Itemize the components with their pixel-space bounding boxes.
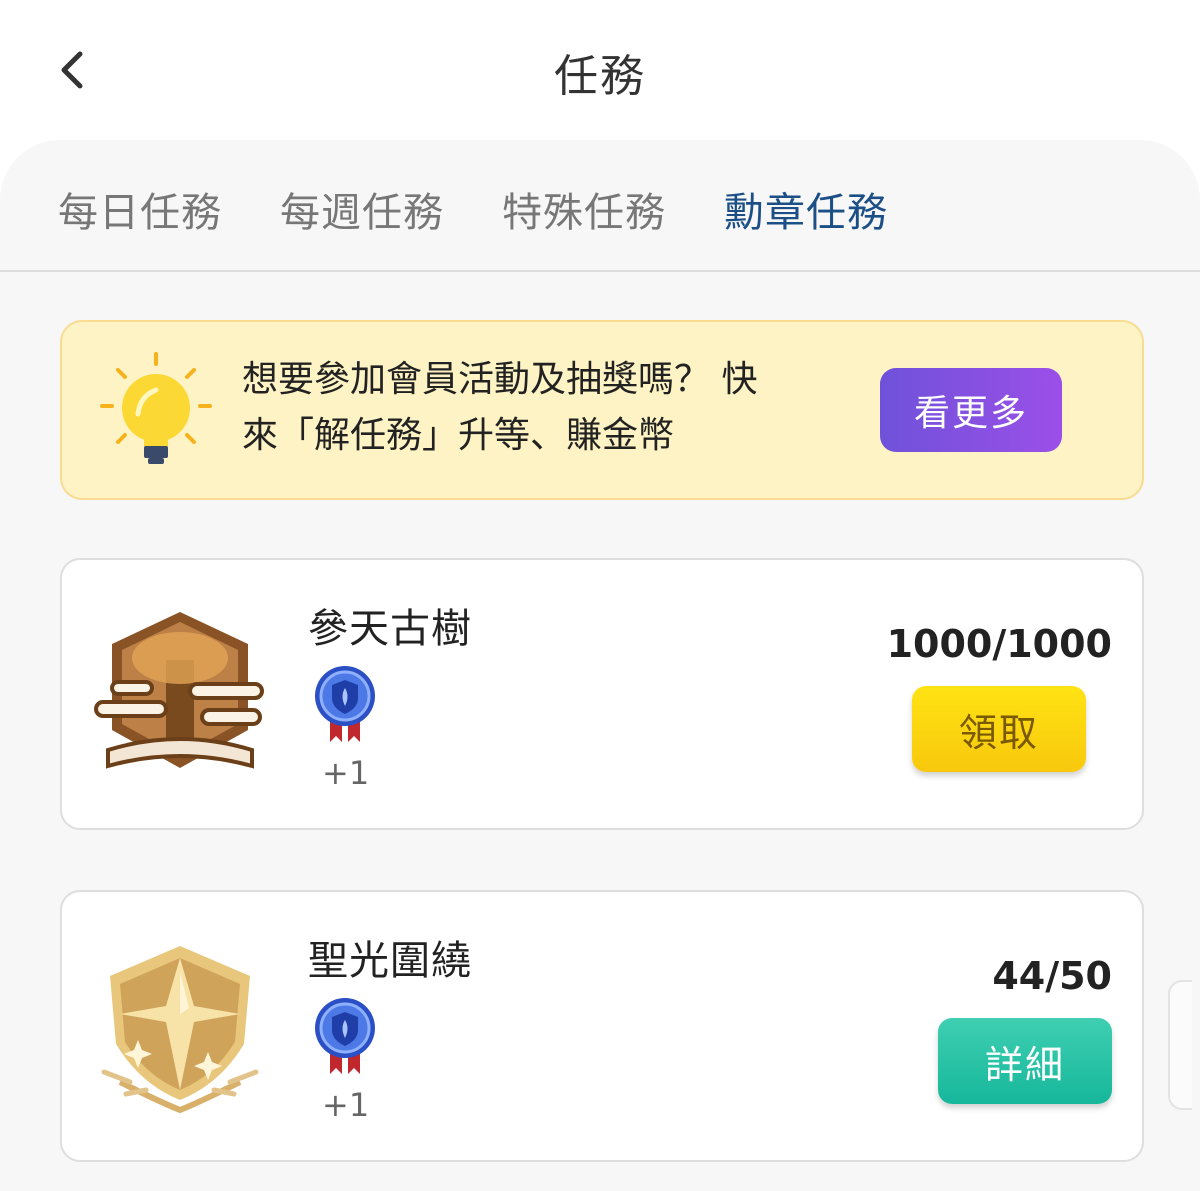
- banner-line-2: 來「解任務」升等、賺金幣: [242, 415, 675, 456]
- mission-card: 聖光圍繞 +1 44/50 詳細: [60, 890, 1144, 1162]
- reward-count: +1: [322, 1086, 370, 1124]
- page-title: 任務: [554, 51, 646, 102]
- mission-card: 參天古樹 +1 1000/1000 領取: [60, 558, 1144, 830]
- banner-line-1: 想要參加會員活動及抽獎嗎？ 快: [242, 359, 758, 400]
- mission-title: 參天古樹: [308, 606, 472, 652]
- holy-light-medal-icon: [101, 946, 259, 1114]
- mission-title: 聖光圍繞: [308, 938, 472, 984]
- blue-badge-medal-icon: [315, 666, 375, 742]
- tab-weekly[interactable]: 每週任務: [280, 180, 444, 238]
- blue-badge-medal-icon: [315, 998, 375, 1074]
- tab-bar: 每日任務 每週任務 特殊任務 勳章任務: [0, 140, 1200, 272]
- side-scroll-handle[interactable]: [1168, 980, 1192, 1110]
- tab-daily[interactable]: 每日任務: [58, 180, 222, 238]
- tab-special[interactable]: 特殊任務: [502, 180, 666, 238]
- mission-progress: 44/50: [992, 954, 1112, 998]
- see-more-button[interactable]: 看更多: [880, 368, 1062, 452]
- lightbulb-icon: [100, 352, 212, 464]
- promo-banner: 想要參加會員活動及抽獎嗎？ 快 來「解任務」升等、賺金幣 看更多: [60, 320, 1144, 500]
- claim-button[interactable]: 領取: [912, 686, 1086, 772]
- mission-progress: 1000/1000: [886, 622, 1112, 666]
- tab-medal[interactable]: 勳章任務: [724, 180, 888, 238]
- reward-count: +1: [322, 754, 370, 792]
- header-bar: 任務: [0, 0, 1200, 140]
- ancient-tree-medal-icon: [94, 612, 264, 769]
- detail-button[interactable]: 詳細: [938, 1018, 1112, 1104]
- banner-message: 想要參加會員活動及抽獎嗎？ 快 來「解任務」升等、賺金幣: [242, 352, 852, 464]
